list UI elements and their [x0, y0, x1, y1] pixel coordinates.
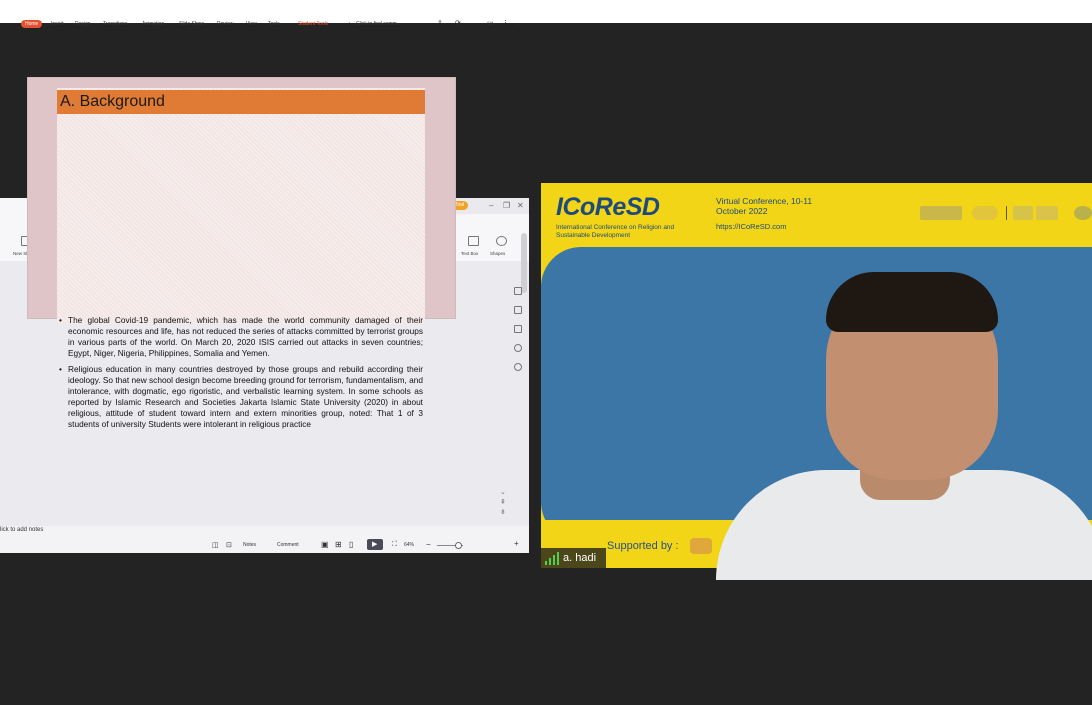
window-close-icon[interactable]: ✕: [517, 201, 524, 210]
view-mode-icon[interactable]: ◫: [212, 541, 219, 549]
supported-by-label: Supported by :: [607, 540, 679, 552]
zoom-out-icon[interactable]: −: [426, 540, 431, 549]
conference-url: https://ICoReSD.com: [716, 222, 787, 231]
conference-date: Virtual Conference, 10-11 October 2022: [716, 196, 813, 216]
slide-canvas[interactable]: [57, 88, 425, 324]
partner-logo: [1074, 206, 1092, 220]
normal-view-icon[interactable]: ▣: [321, 540, 329, 549]
search-icon[interactable]: ⌕: [348, 21, 351, 27]
zoom-in-icon[interactable]: +: [514, 539, 519, 548]
divider: [1006, 206, 1007, 220]
fit-icon[interactable]: ⛶: [392, 541, 397, 549]
command-search-input[interactable]: Click to find comm...: [356, 21, 401, 27]
signal-bar: [545, 561, 547, 565]
comment-button[interactable]: Comment: [277, 542, 299, 548]
partner-logo: [1013, 206, 1033, 220]
tab-review[interactable]: Review: [217, 21, 233, 27]
speaker-hair: [826, 272, 998, 332]
scroll-down-icon[interactable]: ⌄: [500, 488, 506, 496]
bullet-text: The global Covid-19 pandemic, which has …: [68, 315, 423, 358]
share-icon[interactable]: ⇪: [437, 19, 443, 27]
partner-logo: [1036, 206, 1058, 220]
tab-tools[interactable]: Tools: [268, 21, 280, 27]
slide-title: A. Background: [60, 93, 165, 110]
zoom-slider-handle[interactable]: [455, 542, 462, 549]
bullet-dot: •: [59, 364, 62, 374]
signal-bar: [549, 558, 551, 565]
tab-slide-show[interactable]: Slide Show: [179, 21, 204, 27]
tab-transitions[interactable]: Transitions: [103, 21, 127, 27]
tab-insert[interactable]: Insert: [51, 21, 64, 27]
tab-student-tools[interactable]: Student Tools: [298, 21, 328, 27]
participant-name: a. hadi: [563, 552, 597, 564]
notes-placeholder[interactable]: lick to add notes: [0, 527, 43, 533]
tab-animation[interactable]: Animation: [142, 21, 164, 27]
bullet-dot: •: [59, 315, 62, 325]
tab-home[interactable]: Home: [21, 20, 43, 28]
window-restore-icon[interactable]: ❐: [503, 201, 510, 210]
next-slide-icon[interactable]: ⇟: [500, 508, 506, 516]
shapes-button[interactable]: Shapes: [490, 251, 505, 256]
play-icon: ▶: [372, 541, 378, 548]
partner-logo: [972, 206, 998, 220]
bullet-text: Religious education in many countries de…: [68, 364, 423, 429]
text-box-icon[interactable]: [468, 236, 479, 246]
prev-slide-icon[interactable]: ⇞: [500, 498, 506, 506]
tab-design[interactable]: Design: [75, 21, 91, 27]
reading-view-icon[interactable]: ▯: [349, 540, 353, 549]
notes-button[interactable]: Notes: [243, 542, 256, 548]
history-icon[interactable]: [514, 344, 522, 352]
vertical-scrollbar[interactable]: [521, 233, 527, 293]
slide-title-bar[interactable]: A. Background: [57, 90, 425, 114]
conference-logo: ICoReSD: [556, 193, 660, 221]
collaborate-icon[interactable]: ⟳: [455, 19, 461, 27]
sponsor-logo: [690, 538, 712, 554]
partner-logo: [920, 206, 962, 220]
slide-sorter-icon[interactable]: ⊡: [226, 541, 232, 549]
settings-icon[interactable]: [514, 325, 522, 333]
conference-subtitle: International Conference on Religion and…: [556, 224, 675, 239]
more-icon[interactable]: ⋮: [502, 19, 509, 27]
signal-bar: [553, 555, 555, 565]
comment-icon[interactable]: ▭: [487, 19, 494, 27]
pin-icon[interactable]: [514, 306, 522, 314]
shapes-icon[interactable]: [496, 236, 507, 246]
help-icon[interactable]: [514, 363, 522, 371]
top-bar: [0, 0, 1092, 23]
zoom-level[interactable]: 64%: [404, 542, 414, 548]
signal-bar: [557, 552, 559, 565]
tab-view[interactable]: View: [246, 21, 257, 27]
window-minimize-icon[interactable]: –: [489, 201, 493, 210]
text-box-button[interactable]: Text Box: [461, 251, 478, 256]
grid-view-icon[interactable]: ⊞: [335, 540, 342, 549]
slide-panel-icon[interactable]: [514, 287, 522, 295]
collapse-ribbon-icon[interactable]: ︿: [514, 19, 521, 29]
